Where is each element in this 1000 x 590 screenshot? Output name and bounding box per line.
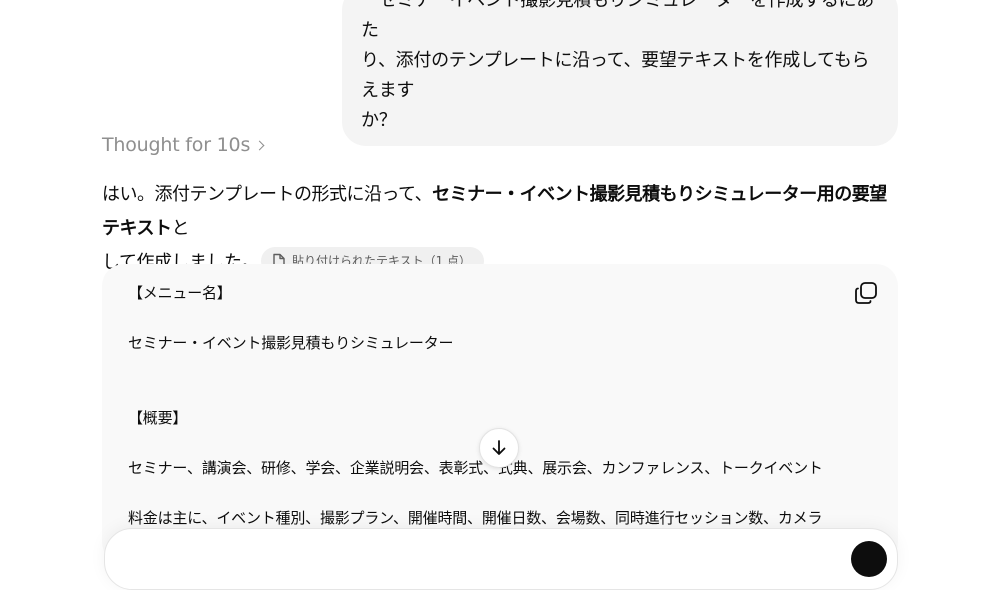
user-message-bubble: ーセミナーイベント撮影見積もりシミュレーターを作成するにあたり、添付のテンプレー… [342,0,898,146]
reply-text: と [171,218,189,239]
code-line: 料金は主に、イベント種別、撮影プラン、開催時間、開催日数、会場数、同時進行セッシ… [128,509,823,527]
chevron-right-icon [254,140,265,150]
send-button[interactable] [851,541,887,577]
reply-text: はい。添付テンプレートの形式に沿って、 [102,184,433,205]
thought-label: Thought for 10s [102,134,251,156]
copy-button[interactable] [853,280,879,306]
code-line: セミナー・イベント撮影見積もりシミュレーター [128,334,454,352]
message-composer[interactable] [104,528,898,590]
code-block: 【メニュー名】 セミナー・イベント撮影見積もりシミュレーター 【概要】 セミナー… [102,264,898,564]
scroll-to-bottom-button[interactable] [479,428,519,468]
code-line: 【概要】 [128,409,188,427]
user-message-line: ーセミナーイベント撮影見積もりシミュレーターを作成するにあた [361,0,874,41]
code-line: 【メニュー名】 [128,284,232,302]
user-message-line: り、添付のテンプレートに沿って、要望テキストを作成してもらえます [361,50,870,101]
arrow-down-icon [492,440,506,455]
code-line: セミナー、講演会、研修、学会、企業説明会、表彰式、式典、展示会、カンファレンス、… [128,459,823,477]
thought-toggle[interactable]: Thought for 10s [102,131,265,159]
user-message-text: ーセミナーイベント撮影見積もりシミュレーターを作成するにあたり、添付のテンプレー… [361,0,879,136]
user-message-line: か？ [361,110,397,131]
copy-icon [855,282,877,304]
